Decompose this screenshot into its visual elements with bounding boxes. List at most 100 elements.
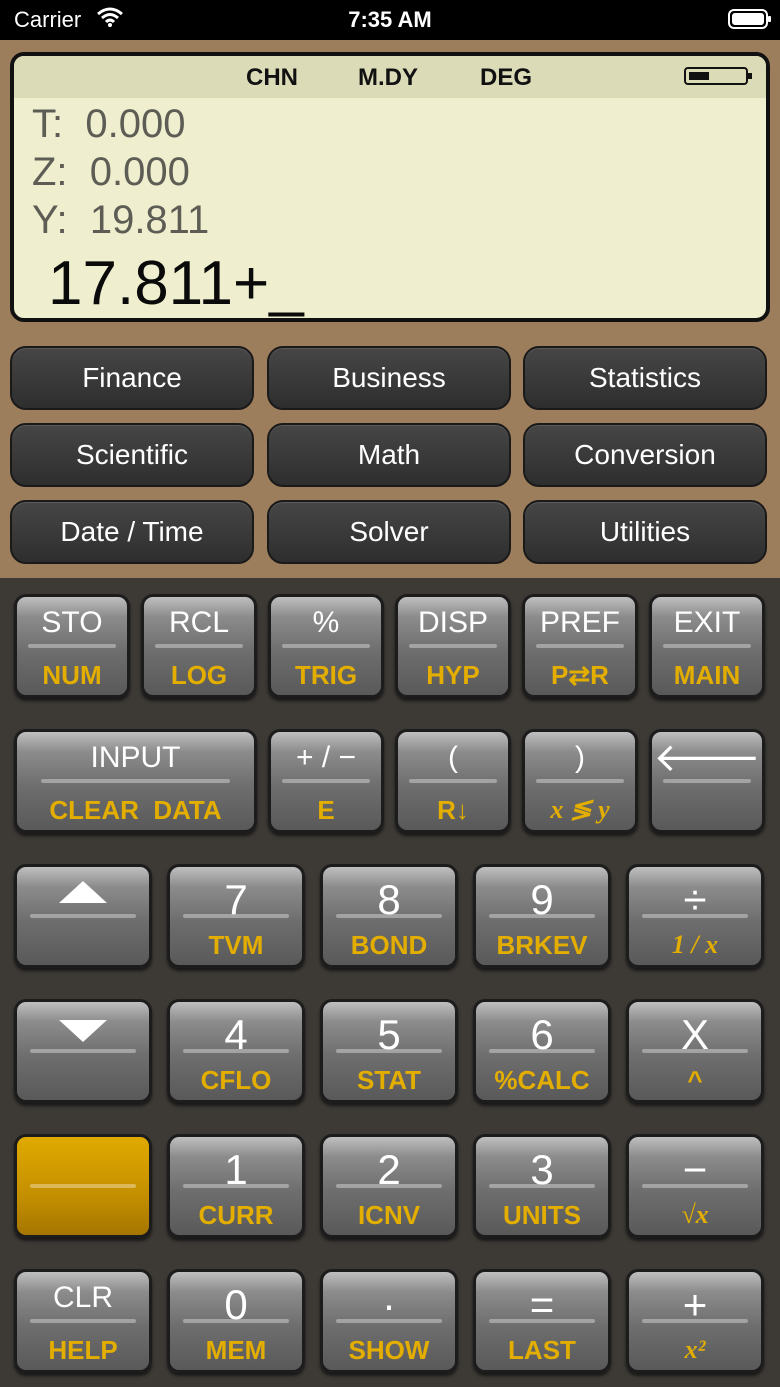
rcl-key[interactable]: RCL LOG <box>141 594 257 698</box>
rcl-key-label: RCL <box>168 606 229 639</box>
register-y: Y: 19.811 <box>32 198 209 243</box>
digit-6-label: 6 <box>530 1011 554 1058</box>
digit-8-shift: BOND <box>350 930 428 960</box>
digit-0-key[interactable]: 0 MEM <box>167 1269 305 1373</box>
menu-statistics-button[interactable]: Statistics <box>523 346 767 410</box>
register-t: T: 0.000 <box>32 102 185 147</box>
divide-key[interactable]: ÷ 1 / x <box>626 864 764 968</box>
percent-key[interactable]: % TRIG <box>268 594 384 698</box>
sign-key-shift: E <box>317 795 335 825</box>
menu-business-button[interactable]: Business <box>267 346 511 410</box>
pref-key-shift: P⇄R <box>551 660 609 690</box>
register-t-label: T: <box>32 102 64 146</box>
subtract-key[interactable]: − √x <box>626 1134 764 1238</box>
menu-math-button[interactable]: Math <box>267 423 511 487</box>
digit-1-key[interactable]: 1 CURR <box>167 1134 305 1238</box>
digit-4-key[interactable]: 4 CFLO <box>167 999 305 1103</box>
lcd-indicator-bar: CHN M.DY DEG <box>14 56 766 98</box>
register-z-label: Z: <box>32 150 68 194</box>
percent-key-shift: TRIG <box>294 660 358 690</box>
backspace-key[interactable]: 🡐 <box>649 729 765 833</box>
add-shift: x² <box>684 1335 706 1364</box>
digit-7-shift: TVM <box>208 930 264 960</box>
sign-key-label: + / − <box>295 741 357 774</box>
equals-label: = <box>529 1281 555 1328</box>
menu-date-time-button[interactable]: Date / Time <box>10 500 254 564</box>
digit-1-label: 1 <box>224 1146 248 1193</box>
right-paren-key[interactable]: ) x ≶ y <box>522 729 638 833</box>
subtract-shift: √x <box>681 1200 709 1229</box>
clr-key[interactable]: CLR HELP <box>14 1269 152 1373</box>
left-paren-key-label: ( <box>448 741 458 774</box>
exit-key-label: EXIT <box>673 606 741 639</box>
register-z: Z: 0.000 <box>32 150 190 195</box>
digit-2-key[interactable]: 2 ICNV <box>320 1134 458 1238</box>
menu-scientific-button[interactable]: Scientific <box>10 423 254 487</box>
digit-9-shift: BRKEV <box>496 930 588 960</box>
right-paren-key-shift: x ≶ y <box>550 795 610 824</box>
menu-finance-button[interactable]: Finance <box>10 346 254 410</box>
menu-conversion-button[interactable]: Conversion <box>523 423 767 487</box>
scroll-down-key[interactable] <box>14 999 152 1103</box>
pref-key[interactable]: PREF P⇄R <box>522 594 638 698</box>
register-y-label: Y: <box>32 198 68 242</box>
scroll-up-key[interactable] <box>14 864 152 968</box>
status-bar: Carrier 7:35 AM <box>0 0 780 40</box>
sto-key-label: STO <box>41 606 103 639</box>
clr-key-shift: HELP <box>48 1335 118 1365</box>
multiply-shift: ^ <box>687 1065 703 1095</box>
exit-key-shift: MAIN <box>673 660 741 690</box>
divide-shift: 1 / x <box>671 930 719 959</box>
digit-0-shift: MEM <box>205 1335 267 1365</box>
lcd-display: CHN M.DY DEG T: 0.000 Z: 0.000 Y: 19.811… <box>10 52 770 322</box>
keypad: STO NUM RCL LOG % TRIG DISP HYP PREF P⇄R EXIT… <box>0 578 780 1387</box>
pref-key-label: PREF <box>539 606 620 639</box>
digit-4-shift: CFLO <box>200 1065 272 1095</box>
top-panel: CHN M.DY DEG T: 0.000 Z: 0.000 Y: 19.811… <box>0 40 780 578</box>
percent-key-label: % <box>312 606 340 639</box>
register-t-value: 0.000 <box>85 102 186 146</box>
arrow-up-icon <box>59 881 107 903</box>
digit-9-key[interactable]: 9 BRKEV <box>473 864 611 968</box>
digit-2-shift: ICNV <box>357 1200 421 1230</box>
menu-solver-button[interactable]: Solver <box>267 500 511 564</box>
left-paren-key-shift: R↓ <box>437 795 469 825</box>
digit-5-key[interactable]: 5 STAT <box>320 999 458 1103</box>
multiply-label: X <box>680 1011 709 1058</box>
add-key[interactable]: + x² <box>626 1269 764 1373</box>
equals-key[interactable]: = LAST <box>473 1269 611 1373</box>
digit-8-label: 8 <box>377 876 401 923</box>
digit-3-label: 3 <box>530 1146 554 1193</box>
digit-7-label: 7 <box>224 876 248 923</box>
sto-key[interactable]: STO NUM <box>14 594 130 698</box>
disp-key[interactable]: DISP HYP <box>395 594 511 698</box>
left-paren-key[interactable]: ( R↓ <box>395 729 511 833</box>
decimal-shift: SHOW <box>348 1335 430 1365</box>
digit-3-key[interactable]: 3 UNITS <box>473 1134 611 1238</box>
digit-8-key[interactable]: 8 BOND <box>320 864 458 968</box>
arrow-down-icon <box>59 1020 107 1042</box>
shift-key[interactable] <box>14 1134 152 1238</box>
digit-9-label: 9 <box>530 876 554 923</box>
digit-4-label: 4 <box>224 1011 248 1058</box>
digit-7-key[interactable]: 7 TVM <box>167 864 305 968</box>
exit-key[interactable]: EXIT MAIN <box>649 594 765 698</box>
digit-2-label: 2 <box>377 1146 401 1193</box>
sign-key[interactable]: + / − E <box>268 729 384 833</box>
add-label: + <box>682 1281 708 1328</box>
input-key[interactable]: INPUT CLEAR DATA <box>14 729 257 833</box>
register-y-value: 19.811 <box>89 198 210 242</box>
input-key-shift: CLEAR DATA <box>49 795 222 825</box>
sto-key-shift: NUM <box>42 660 102 690</box>
multiply-key[interactable]: X ^ <box>626 999 764 1103</box>
rcl-key-shift: LOG <box>170 660 228 690</box>
digit-5-shift: STAT <box>356 1065 422 1095</box>
disp-key-label: DISP <box>417 606 489 639</box>
subtract-label: − <box>682 1146 708 1193</box>
equals-shift: LAST <box>508 1335 576 1365</box>
decimal-key[interactable]: · SHOW <box>320 1269 458 1373</box>
menu-utilities-button[interactable]: Utilities <box>523 500 767 564</box>
register-z-value: 0.000 <box>89 150 190 194</box>
digit-6-key[interactable]: 6 %CALC <box>473 999 611 1103</box>
clock: 7:35 AM <box>348 7 432 32</box>
